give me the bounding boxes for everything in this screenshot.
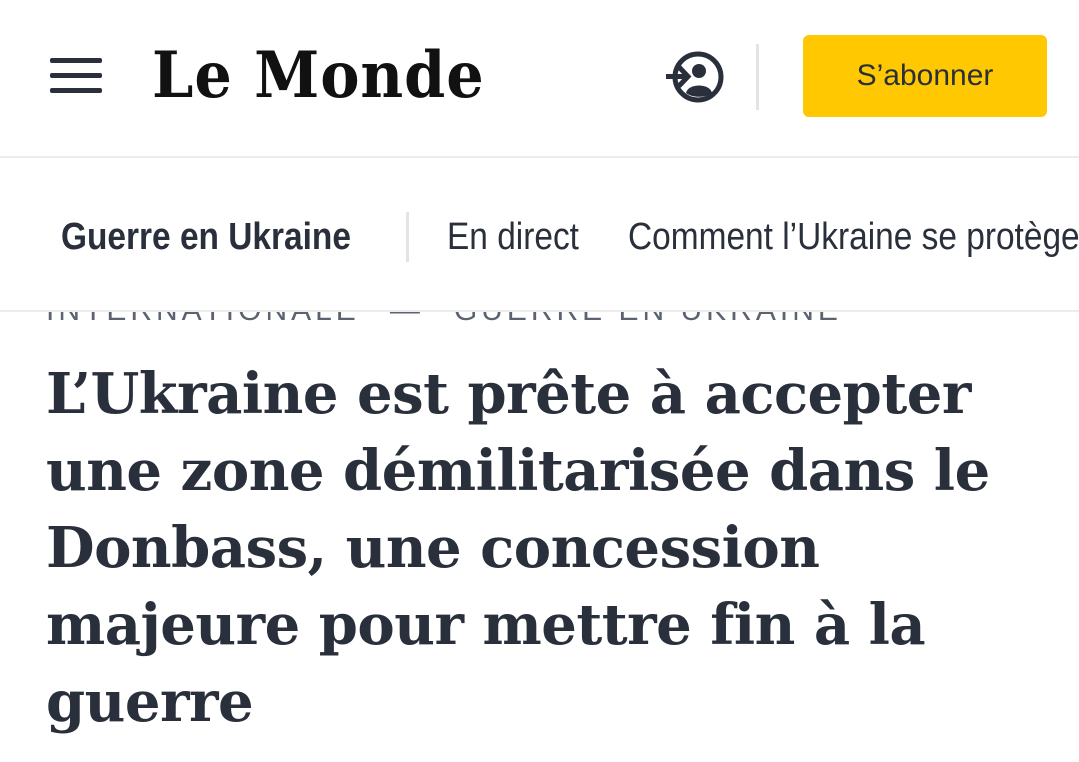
login-user-icon[interactable] — [664, 48, 728, 106]
breadcrumb: INTERNATIONALE — GUERRE EN UKRAINE — [46, 312, 1046, 322]
site-header: Le Monde S’abonner — [0, 0, 1079, 158]
hamburger-menu-icon[interactable] — [50, 56, 104, 96]
login-user-svg — [666, 51, 724, 103]
subnav-divider — [406, 212, 409, 262]
subnav-section-title[interactable]: Guerre en Ukraine — [61, 212, 351, 262]
subscribe-button[interactable]: S’abonner — [803, 35, 1047, 117]
breadcrumb-rubric[interactable]: INTERNATIONALE — [46, 312, 360, 322]
subnav-live-link[interactable]: En direct — [447, 212, 579, 262]
menu-bar — [50, 88, 102, 93]
header-divider — [756, 44, 759, 110]
menu-bar — [50, 58, 102, 63]
breadcrumb-separator: — — [390, 312, 424, 322]
section-subnav: Guerre en Ukraine En direct Comment l’Uk… — [0, 158, 1079, 312]
menu-bar — [50, 73, 102, 78]
subnav-story-link[interactable]: Comment l’Ukraine se protège — [628, 212, 1079, 262]
breadcrumb-text: INTERNATIONALE — GUERRE EN UKRAINE — [46, 312, 842, 322]
article-headline: L’Ukraine est prête à accepter une zone … — [46, 361, 990, 735]
breadcrumb-subrubric[interactable]: GUERRE EN UKRAINE — [454, 312, 842, 322]
site-logo[interactable]: Le Monde — [152, 36, 485, 116]
